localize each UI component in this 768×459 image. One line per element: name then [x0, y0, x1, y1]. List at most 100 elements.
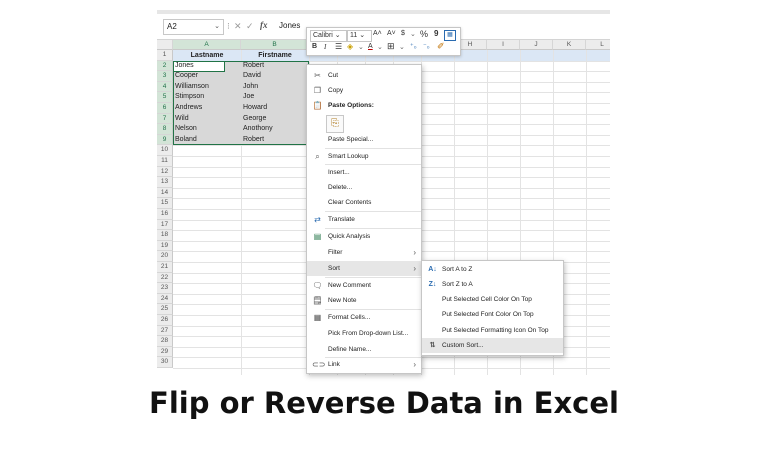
format-painter-icon[interactable]: ✐ [437, 41, 445, 52]
font-color-button[interactable]: A [368, 43, 373, 50]
row-header[interactable]: 5 [157, 92, 173, 103]
grow-font-button[interactable]: A˄ [373, 30, 382, 37]
font-name-select[interactable]: Calibri ⌄ [310, 30, 347, 42]
row-header[interactable]: 15 [157, 198, 173, 209]
menu-item-sort-z-a[interactable]: Z↓Sort Z to A [422, 277, 563, 292]
fill-color-icon[interactable]: ◈ [347, 42, 353, 51]
menu-item-copy[interactable]: ❐Copy [307, 83, 421, 98]
row-header[interactable]: 7 [157, 114, 173, 125]
header-cell-lastname[interactable]: Lastname [173, 50, 241, 61]
row-header[interactable]: 19 [157, 241, 173, 252]
table-cell[interactable]: Howard [243, 103, 267, 114]
header-cell-firstname[interactable]: Firstname [241, 50, 309, 61]
shrink-font-button[interactable]: A˅ [387, 30, 396, 37]
menu-item-font-color-top[interactable]: Put Selected Font Color On Top [422, 307, 563, 322]
borders-icon[interactable]: ⊞ [387, 41, 395, 52]
table-cell[interactable]: Joe [243, 92, 254, 103]
menu-item-smart-lookup[interactable]: ⌕Smart Lookup [307, 149, 421, 164]
table-cell[interactable]: George [243, 114, 266, 125]
menu-item-quick-analysis[interactable]: ▤Quick Analysis [307, 229, 421, 244]
formula-input[interactable]: Jones [279, 21, 300, 30]
row-header[interactable]: 8 [157, 124, 173, 135]
row-header[interactable]: 25 [157, 304, 173, 315]
row-header[interactable]: 2 [157, 61, 173, 72]
paste-icon[interactable]: ⎘ [326, 115, 344, 133]
table-cell[interactable]: David [243, 71, 261, 82]
row-header[interactable]: 30 [157, 357, 173, 368]
chevron-down-icon[interactable]: ⌄ [399, 43, 405, 51]
menu-item-delete[interactable]: Delete... [307, 180, 421, 195]
row-header[interactable]: 14 [157, 188, 173, 199]
table-cell[interactable]: John [243, 82, 258, 93]
row-header[interactable]: 27 [157, 326, 173, 337]
percent-button[interactable]: % [420, 29, 428, 39]
italic-button[interactable]: I [324, 43, 326, 51]
menu-item-insert[interactable]: Insert... [307, 165, 421, 180]
menu-item-new-note[interactable]: 🗒New Note [307, 293, 421, 308]
row-header[interactable]: 4 [157, 82, 173, 93]
enter-icon[interactable]: ✓ [246, 21, 254, 32]
name-box[interactable]: A2⌄ [163, 19, 224, 35]
currency-button[interactable]: $ [401, 30, 405, 37]
row-header[interactable]: 23 [157, 283, 173, 294]
row-header[interactable]: 17 [157, 220, 173, 231]
table-cell[interactable]: Stimpson [175, 92, 204, 103]
row-header[interactable]: 24 [157, 294, 173, 305]
row-header[interactable]: 10 [157, 145, 173, 156]
menu-item-sort-a-z[interactable]: A↓Sort A to Z [422, 262, 563, 277]
table-cell[interactable]: Andrews [175, 103, 202, 114]
cancel-icon[interactable]: ✕ [234, 21, 242, 32]
row-header[interactable]: 26 [157, 315, 173, 326]
menu-item-paste-special[interactable]: Paste Special... [307, 132, 421, 147]
font-size-select[interactable]: 11 ⌄ [347, 30, 372, 42]
row-header[interactable]: 16 [157, 209, 173, 220]
decrease-decimal-icon[interactable]: ⁻₀ [423, 42, 430, 50]
menu-item-pick-list[interactable]: Pick From Drop-down List... [307, 326, 421, 341]
chevron-down-icon[interactable]: ⌄ [214, 20, 220, 34]
row-header[interactable]: 20 [157, 251, 173, 262]
increase-decimal-icon[interactable]: ⁺₀ [410, 42, 417, 50]
table-format-icon[interactable]: ▦ [444, 30, 456, 41]
row-header[interactable]: 18 [157, 230, 173, 241]
row-header[interactable]: 13 [157, 177, 173, 188]
chevron-down-icon[interactable]: ⌄ [377, 43, 383, 51]
align-center-icon[interactable]: ☰ [335, 42, 342, 51]
bold-button[interactable]: B [312, 43, 317, 50]
select-all-corner[interactable] [157, 40, 173, 50]
menu-item-translate[interactable]: ⇄Translate [307, 212, 421, 227]
table-cell[interactable]: Robert [243, 61, 264, 72]
menu-item-sort[interactable]: Sort› [307, 261, 421, 276]
table-cell[interactable]: Williamson [175, 82, 209, 93]
menu-item-format-icon-top[interactable]: Put Selected Formatting Icon On Top [422, 323, 563, 338]
insert-function-button[interactable]: fx [260, 20, 268, 30]
chevron-down-icon[interactable]: ⌄ [358, 43, 364, 51]
column-header[interactable]: K [553, 40, 586, 50]
row-header[interactable]: 11 [157, 156, 173, 167]
column-header[interactable]: I [487, 40, 520, 50]
column-header[interactable]: L [586, 40, 610, 50]
table-cell[interactable]: Robert [243, 135, 264, 146]
table-cell[interactable]: Cooper [175, 71, 198, 82]
menu-item-format-cells[interactable]: ▦Format Cells... [307, 310, 421, 325]
table-cell[interactable]: Boland [175, 135, 197, 146]
menu-item-define-name[interactable]: Define Name... [307, 342, 421, 357]
column-header[interactable]: J [520, 40, 553, 50]
menu-item-clear-contents[interactable]: Clear Contents [307, 195, 421, 210]
menu-item-filter[interactable]: Filter› [307, 245, 421, 260]
menu-item-new-comment[interactable]: 🗨New Comment [307, 278, 421, 293]
menu-item-custom-sort[interactable]: ⇅Custom Sort... [422, 338, 563, 353]
row-header[interactable]: 21 [157, 262, 173, 273]
row-header[interactable]: 12 [157, 167, 173, 178]
row-header[interactable]: 28 [157, 336, 173, 347]
chevron-down-icon[interactable]: ⌄ [410, 30, 416, 38]
menu-item-cell-color-top[interactable]: Put Selected Cell Color On Top [422, 292, 563, 307]
column-header[interactable]: B [241, 40, 309, 50]
menu-item-link[interactable]: ⊂⊃Link› [307, 357, 421, 372]
row-header[interactable]: 1 [157, 50, 173, 61]
row-header[interactable]: 3 [157, 71, 173, 82]
row-header[interactable]: 29 [157, 347, 173, 358]
table-cell[interactable]: Wild [175, 114, 189, 125]
table-cell[interactable]: Jones [175, 61, 194, 72]
menu-item-cut[interactable]: ✂Cut [307, 68, 421, 83]
comma-style-button[interactable]: 9 [434, 29, 438, 38]
